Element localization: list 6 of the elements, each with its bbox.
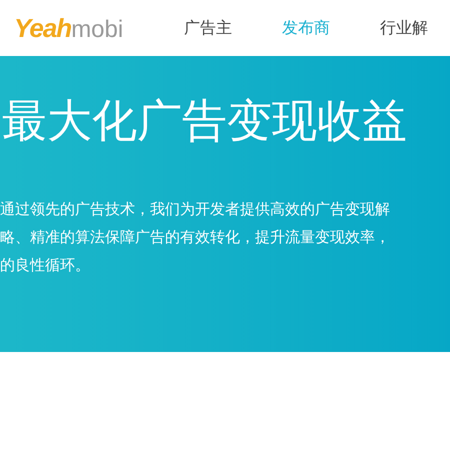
hero-text-line: 通过领先的广告技术，我们为开发者提供高效的广告变现解 xyxy=(0,199,390,220)
nav-link[interactable]: 行业解 xyxy=(380,16,428,40)
hero-text-line: 略、精准的算法保障广告的有效转化，提升流量变现效率， xyxy=(0,227,390,248)
hero-title: 最大化广告变现收益 xyxy=(1,98,408,143)
nav-link[interactable]: 广告主 xyxy=(184,16,232,40)
hero-text-line: 的良性循环。 xyxy=(0,255,90,276)
